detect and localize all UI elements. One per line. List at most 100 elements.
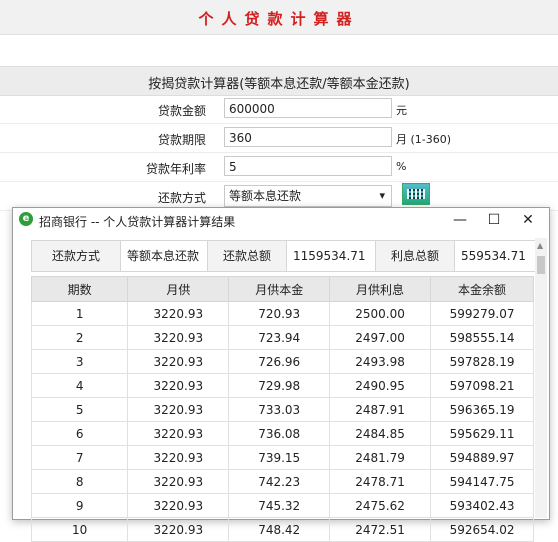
table-cell: 3220.93 bbox=[127, 325, 230, 350]
table-cell: 733.03 bbox=[228, 397, 331, 422]
rate-unit: % bbox=[396, 160, 407, 173]
table-cell: 748.42 bbox=[228, 517, 331, 542]
table-row: 10 3220.93 748.42 2472.51 592654.02 bbox=[30, 517, 534, 542]
table-cell: 8 bbox=[30, 469, 129, 494]
table-cell: 2497.00 bbox=[329, 325, 432, 350]
summary-interest-value: 559534.71 bbox=[454, 241, 535, 271]
table-cell: 2484.85 bbox=[329, 421, 432, 446]
table-cell: 2475.62 bbox=[329, 493, 432, 518]
table-cell: 10 bbox=[30, 517, 129, 542]
table-row: 5 3220.93 733.03 2487.91 596365.19 bbox=[30, 397, 534, 422]
table-cell: 596365.19 bbox=[430, 397, 534, 422]
table-cell: 3 bbox=[30, 349, 129, 374]
rate-row: 贷款年利率 5 % bbox=[0, 153, 558, 182]
table-row: 1 3220.93 720.93 2500.00 599279.07 bbox=[30, 301, 534, 326]
table-cell: 3220.93 bbox=[127, 493, 230, 518]
table-cell: 726.96 bbox=[228, 349, 331, 374]
table-cell: 2487.91 bbox=[329, 397, 432, 422]
summary-total-label: 还款总额 bbox=[222, 249, 271, 263]
rate-input[interactable]: 5 bbox=[224, 156, 392, 176]
term-unit: 月 (1-360) bbox=[396, 133, 452, 146]
schedule-header-row: 期数 月供 月供本金 月供利息 本金余额 bbox=[30, 276, 534, 302]
table-cell: 9 bbox=[30, 493, 129, 518]
result-scrollbar[interactable]: ▲ bbox=[535, 238, 547, 518]
table-cell: 4 bbox=[30, 373, 129, 398]
table-cell: 593402.43 bbox=[430, 493, 534, 518]
form-header: 按揭贷款计算器(等额本息还款/等额本金还款) bbox=[0, 66, 558, 96]
col-header-period: 期数 bbox=[30, 276, 129, 302]
table-cell: 1 bbox=[30, 301, 129, 326]
minimize-icon[interactable]: — bbox=[445, 210, 475, 230]
table-cell: 3220.93 bbox=[127, 349, 230, 374]
table-cell: 597098.21 bbox=[430, 373, 534, 398]
table-cell: 2481.79 bbox=[329, 445, 432, 470]
table-row: 2 3220.93 723.94 2497.00 598555.14 bbox=[30, 325, 534, 350]
table-cell: 745.32 bbox=[228, 493, 331, 518]
table-row: 4 3220.93 729.98 2490.95 597098.21 bbox=[30, 373, 534, 398]
table-cell: 598555.14 bbox=[430, 325, 534, 350]
summary-bar: 还款方式 等额本息还款 还款总额 1159534.71 利息总额 559534.… bbox=[31, 240, 536, 272]
col-header-balance: 本金余额 bbox=[430, 276, 534, 302]
col-header-interest: 月供利息 bbox=[329, 276, 432, 302]
calculator-icon bbox=[407, 189, 425, 199]
table-cell: 5 bbox=[30, 397, 129, 422]
form-title: 按揭贷款计算器(等额本息还款/等额本金还款) bbox=[148, 77, 410, 92]
table-cell: 739.15 bbox=[228, 445, 331, 470]
table-cell: 723.94 bbox=[228, 325, 331, 350]
summary-method-value: 等额本息还款 bbox=[120, 241, 208, 271]
table-row: 3 3220.93 726.96 2493.98 597828.19 bbox=[30, 349, 534, 374]
table-cell: 595629.11 bbox=[430, 421, 534, 446]
table-cell: 7 bbox=[30, 445, 129, 470]
summary-total-value: 1159534.71 bbox=[286, 241, 376, 271]
summary-interest-label: 利息总额 bbox=[390, 249, 439, 263]
col-header-payment: 月供 bbox=[127, 276, 230, 302]
amount-row: 贷款金额 600000 元 bbox=[0, 95, 558, 124]
table-cell: 2 bbox=[30, 325, 129, 350]
table-cell: 2493.98 bbox=[329, 349, 432, 374]
schedule-table: 期数 月供 月供本金 月供利息 本金余额 1 3220.93 720.93 2500.… bbox=[30, 276, 534, 542]
method-select-value: 等额本息还款 bbox=[229, 189, 302, 203]
table-cell: 594889.97 bbox=[430, 445, 534, 470]
table-cell: 3220.93 bbox=[127, 373, 230, 398]
amount-label: 贷款金额 bbox=[157, 104, 206, 118]
result-window-titlebar: e 招商银行 -- 个人贷款计算器计算结果 — ☐ ✕ bbox=[13, 208, 549, 232]
table-cell: 592654.02 bbox=[430, 517, 534, 542]
term-input[interactable]: 360 bbox=[224, 127, 392, 147]
term-row: 贷款期限 360 月 (1-360) bbox=[0, 124, 558, 153]
scroll-up-icon[interactable]: ▲ bbox=[537, 241, 543, 250]
table-row: 8 3220.93 742.23 2478.71 594147.75 bbox=[30, 469, 534, 494]
table-cell: 2490.95 bbox=[329, 373, 432, 398]
maximize-icon[interactable]: ☐ bbox=[479, 210, 509, 230]
table-cell: 720.93 bbox=[228, 301, 331, 326]
table-cell: 3220.93 bbox=[127, 301, 230, 326]
table-cell: 3220.93 bbox=[127, 469, 230, 494]
table-cell: 2472.51 bbox=[329, 517, 432, 542]
table-row: 6 3220.93 736.08 2484.85 595629.11 bbox=[30, 421, 534, 446]
col-header-principal: 月供本金 bbox=[228, 276, 331, 302]
method-select[interactable]: 等额本息还款 ▾ bbox=[224, 185, 392, 207]
table-cell: 3220.93 bbox=[127, 445, 230, 470]
table-cell: 742.23 bbox=[228, 469, 331, 494]
amount-input[interactable]: 600000 bbox=[224, 98, 392, 118]
close-icon[interactable]: ✕ bbox=[513, 210, 543, 230]
table-cell: 594147.75 bbox=[430, 469, 534, 494]
method-label: 还款方式 bbox=[157, 191, 206, 205]
table-cell: 729.98 bbox=[228, 373, 331, 398]
term-label: 贷款期限 bbox=[157, 133, 206, 147]
table-cell: 2500.00 bbox=[329, 301, 432, 326]
calculate-button[interactable] bbox=[402, 183, 430, 205]
chevron-down-icon: ▾ bbox=[379, 189, 385, 202]
table-cell: 599279.07 bbox=[430, 301, 534, 326]
page-header: 个人贷款计算器 bbox=[0, 0, 558, 35]
table-cell: 597828.19 bbox=[430, 349, 534, 374]
browser-icon: e bbox=[19, 212, 33, 226]
page-title: 个人贷款计算器 bbox=[198, 10, 360, 28]
table-cell: 3220.93 bbox=[127, 421, 230, 446]
scrollbar-thumb[interactable] bbox=[537, 256, 545, 274]
rate-label: 贷款年利率 bbox=[145, 162, 206, 176]
table-cell: 736.08 bbox=[228, 421, 331, 446]
result-window-title: 招商银行 -- 个人贷款计算器计算结果 bbox=[39, 215, 236, 229]
result-window: e 招商银行 -- 个人贷款计算器计算结果 — ☐ ✕ 还款方式 等额本息还款 … bbox=[12, 207, 550, 542]
table-cell: 3220.93 bbox=[127, 397, 230, 422]
amount-unit: 元 bbox=[396, 104, 407, 117]
